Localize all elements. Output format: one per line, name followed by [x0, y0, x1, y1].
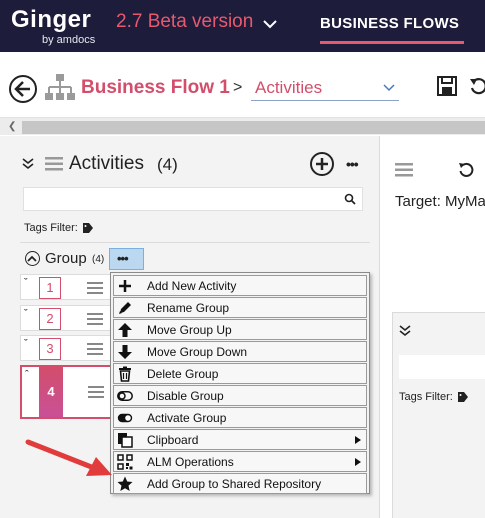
pencil-icon: [119, 302, 131, 314]
menu-item-alm-operations[interactable]: ALM Operations: [113, 451, 367, 472]
menu-item-label: Move Group Down: [147, 345, 248, 359]
arrow-up-icon: [118, 323, 132, 337]
plus-icon: [119, 280, 131, 292]
arrow-down-icon: [118, 345, 132, 359]
menu-item-add-group-to-shared-repository[interactable]: Add Group to Shared Repository: [113, 473, 367, 494]
tags-filter-label: Tags Filter:: [24, 222, 78, 234]
actions-subpanel: Tags Filter:: [392, 312, 485, 518]
group-collapse-toggle[interactable]: [25, 251, 40, 266]
menu-item-label: Rename Group: [147, 301, 230, 315]
back-button[interactable]: [9, 75, 37, 103]
menu-item-clipboard[interactable]: Clipboard: [113, 429, 367, 450]
more-options-icon[interactable]: •••: [346, 156, 359, 172]
drag-handle-icon[interactable]: [87, 312, 103, 326]
chevron-down-icon[interactable]: ˇ: [24, 338, 28, 350]
menu-item-rename-group[interactable]: Rename Group: [113, 297, 367, 318]
menu-item-activate-group[interactable]: Activate Group: [113, 407, 367, 428]
drag-handle-icon[interactable]: [87, 281, 103, 295]
activities-count: (4): [157, 155, 178, 174]
section-select-value: Activities: [255, 78, 323, 97]
submenu-arrow-icon: [355, 436, 361, 444]
activity-number: 2: [39, 308, 61, 330]
toggle-on-icon: [117, 413, 133, 423]
menu-item-add-new-activity[interactable]: Add New Activity: [113, 275, 367, 296]
menu-item-move-group-down[interactable]: Move Group Down: [113, 341, 367, 362]
add-activity-button[interactable]: [310, 152, 334, 176]
undo-icon[interactable]: [468, 76, 485, 96]
activity-details-panel: Target: MyMa Tags Filter:: [382, 136, 485, 518]
target-label: Target: MyMa: [395, 193, 485, 210]
divider: [20, 242, 370, 243]
list-lines-icon: [395, 163, 413, 177]
app-logo: Ginger: [11, 6, 92, 33]
chevron-up-icon: [27, 255, 37, 262]
menu-item-label: Activate Group: [147, 411, 227, 425]
double-chevron-down-icon[interactable]: [22, 158, 34, 170]
menu-item-label: Clipboard: [147, 433, 199, 447]
breadcrumb-separator: >: [233, 79, 243, 96]
activity-number: 4: [39, 367, 63, 417]
menu-item-label: Add New Activity: [147, 279, 237, 293]
menu-item-label: Disable Group: [147, 389, 224, 403]
tag-icon[interactable]: [83, 223, 93, 233]
chevron-up-icon[interactable]: ˆ: [25, 369, 29, 381]
more-options-icon: •••: [117, 251, 129, 266]
nav-business-flows[interactable]: BUSINESS FLOWS: [320, 15, 459, 32]
business-flow-title: Business Flow 1: [81, 77, 230, 98]
actions-search-input[interactable]: [399, 355, 485, 379]
drag-handle-icon[interactable]: [88, 385, 104, 399]
group-more-button[interactable]: •••: [109, 248, 144, 270]
scroll-left-icon[interactable]: ❮: [8, 121, 16, 132]
list-lines-icon: [45, 157, 63, 171]
chevron-down-icon[interactable]: ˇ: [24, 308, 28, 320]
menu-item-label: Move Group Up: [147, 323, 232, 337]
group-label: Group: [45, 250, 87, 267]
activity-row[interactable]: ˇ 3: [20, 335, 118, 361]
menu-item-move-group-up[interactable]: Move Group Up: [113, 319, 367, 340]
double-chevron-down-icon[interactable]: [399, 325, 411, 337]
section-select[interactable]: Activities: [251, 75, 399, 101]
activity-row[interactable]: ˇ 1: [20, 274, 118, 300]
chevron-down-icon[interactable]: [262, 16, 278, 32]
chevron-down-icon: [383, 84, 395, 92]
group-count: (4): [92, 254, 105, 265]
chevron-down-icon[interactable]: ˇ: [24, 277, 28, 289]
search-icon: [344, 193, 356, 205]
nav-active-underline: [320, 41, 464, 44]
arrow-left-icon: [14, 81, 30, 97]
top-bar: Ginger by amdocs 2.7 Beta version BUSINE…: [0, 0, 485, 52]
trash-icon: [119, 366, 131, 382]
version-selector[interactable]: 2.7 Beta version: [116, 11, 253, 33]
toggle-off-icon: [117, 391, 133, 401]
activity-number: 1: [39, 277, 61, 299]
tag-icon[interactable]: [458, 392, 468, 402]
menu-item-disable-group[interactable]: Disable Group: [113, 385, 367, 406]
menu-item-label: Delete Group: [147, 367, 219, 381]
activity-row-selected[interactable]: ˆ 4: [20, 365, 118, 419]
logo-subtitle: by amdocs: [42, 34, 96, 46]
annotation-arrow-icon: [25, 439, 112, 476]
activity-row[interactable]: ˇ 2: [20, 305, 118, 331]
drag-handle-icon[interactable]: [87, 342, 103, 356]
save-icon[interactable]: [437, 76, 457, 96]
refresh-icon[interactable]: [458, 162, 474, 178]
activities-title: Activities: [69, 153, 144, 174]
menu-item-label: ALM Operations: [147, 455, 234, 469]
horizontal-scrollbar[interactable]: ❮: [0, 117, 485, 135]
group-context-menu: Add New Activity Rename Group Move Group…: [110, 272, 370, 494]
activities-search-input[interactable]: [23, 187, 363, 211]
menu-item-delete-group[interactable]: Delete Group: [113, 363, 367, 384]
menu-item-label: Add Group to Shared Repository: [147, 477, 322, 491]
scrollbar-thumb[interactable]: [22, 121, 485, 134]
plus-icon: [316, 158, 328, 170]
tags-filter-label: Tags Filter:: [399, 391, 453, 403]
business-flow-icon: [45, 74, 75, 100]
submenu-arrow-icon: [355, 458, 361, 466]
activity-number: 3: [39, 338, 61, 360]
